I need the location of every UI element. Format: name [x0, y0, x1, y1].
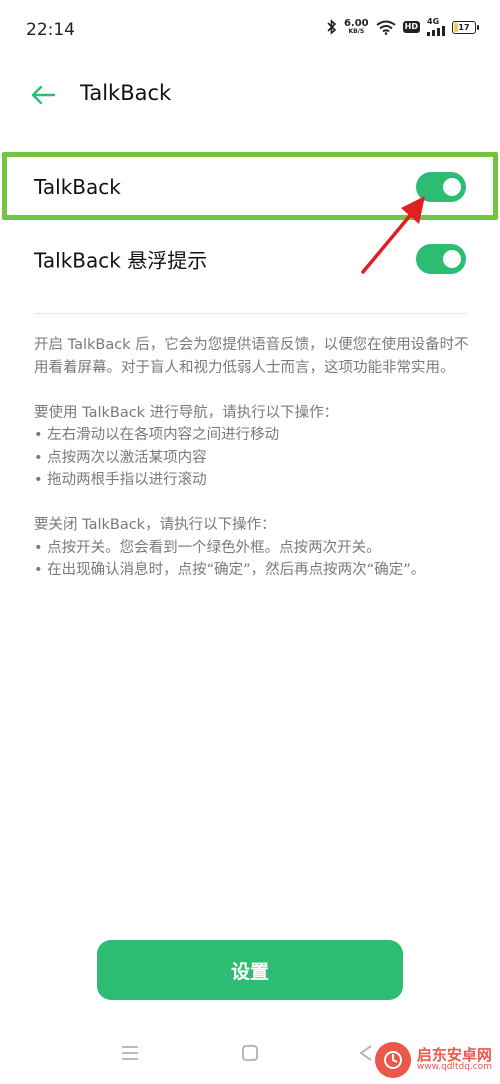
description-intro: 开启 TalkBack 后，它会为您提供语音反馈，以便您在使用设备时不用看着屏幕… — [34, 337, 469, 376]
status-time: 22:14 — [26, 20, 75, 40]
site-watermark: 启东安卓网 www.qdltdq.com — [374, 1042, 492, 1078]
arrow-left-icon — [31, 85, 56, 105]
turn-off-heading: 要关闭 TalkBack，请执行以下操作： — [34, 517, 276, 533]
turn-off-step: • 在出现确认消息时，点按“确定”，然后再点按两次“确定”。 — [34, 562, 426, 578]
back-nav-icon[interactable] — [358, 1044, 374, 1066]
battery-level: 17 — [458, 22, 470, 32]
navigation-step: • 左右滑动以在各项内容之间进行移动 — [34, 427, 280, 443]
network-speed: 6.00 KB/S — [344, 19, 369, 35]
menu-icon[interactable] — [120, 1044, 140, 1066]
settings-button[interactable]: 设置 — [97, 940, 403, 1000]
bluetooth-icon — [327, 19, 337, 35]
network-speed-unit: KB/S — [348, 28, 365, 35]
navigation-step: • 拖动两根手指以进行滚动 — [34, 472, 207, 488]
watermark-logo-icon — [374, 1042, 411, 1078]
watermark-title: 启东安卓网 — [416, 1045, 492, 1064]
wifi-icon — [376, 20, 396, 35]
battery-icon: 17 — [452, 20, 479, 34]
divider — [34, 313, 466, 314]
turn-off-step: • 点按开关。您会看到一个绿色外框。点按两次开关。 — [34, 539, 381, 556]
talkback-description: 开启 TalkBack 后，它会为您提供语音反馈，以便您在使用设备时不用看着屏幕… — [34, 334, 470, 582]
signal-label: 4G — [427, 17, 440, 26]
navigation-step: • 点按两次以激活某项内容 — [34, 449, 207, 466]
toggle-knob — [443, 250, 461, 268]
watermark-url: www.qdltdq.com — [416, 1062, 492, 1073]
battery-fill — [454, 22, 458, 32]
hd-badge: HD — [402, 21, 420, 33]
status-icons: 6.00 KB/S HD 4G 17 — [327, 18, 479, 36]
header: TalkBack — [0, 70, 500, 118]
page-title: TalkBack — [80, 81, 172, 105]
red-arrow-annotation — [361, 196, 425, 274]
status-bar: 22:14 6.00 KB/S HD 4G 17 — [0, 0, 500, 60]
talkback-floating-hint-label: TalkBack 悬浮提示 — [34, 248, 208, 273]
signal-icon: 4G — [427, 18, 445, 36]
home-icon[interactable] — [241, 1044, 259, 1066]
navigation-heading: 要使用 TalkBack 进行导航，请执行以下操作： — [34, 404, 339, 421]
back-button[interactable] — [28, 80, 58, 110]
